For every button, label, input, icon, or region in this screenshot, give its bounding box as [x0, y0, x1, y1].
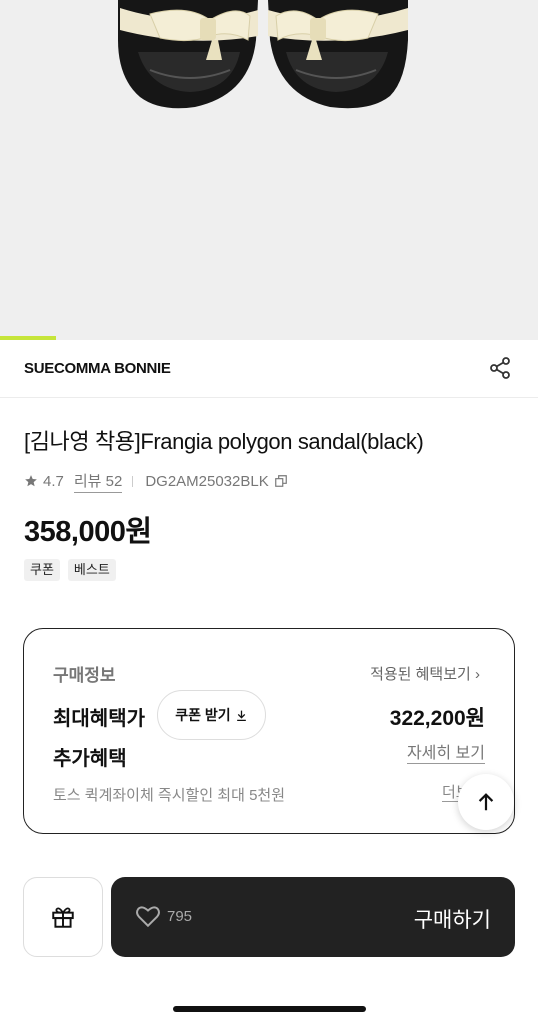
arrow-up-icon [478, 793, 494, 811]
view-details-link[interactable]: 자세히 보기 [406, 745, 485, 764]
product-code: DG2AM25032BLK [145, 472, 269, 490]
product-image-gallery[interactable] [0, 0, 538, 340]
download-icon [236, 710, 246, 721]
reviews-link[interactable]: 리뷰 52 [73, 470, 123, 493]
gift-button[interactable] [23, 877, 103, 957]
gift-icon [52, 907, 74, 928]
product-tags: 쿠폰 베스트 [24, 559, 116, 581]
copy-icon[interactable] [274, 474, 288, 488]
star-icon [25, 475, 37, 487]
applied-benefits-link[interactable]: 적용된 혜택보기 › [370, 663, 480, 684]
rating-value: 4.7 [43, 472, 64, 490]
scroll-to-top-button[interactable] [458, 774, 514, 830]
purchase-info-heading: 구매정보 [53, 666, 116, 685]
product-meta: 4.7 리뷰 52 DG2AM25032BLK [24, 470, 288, 493]
get-coupon-label: 쿠폰 받기 [175, 707, 231, 723]
like-count: 795 [167, 907, 193, 925]
product-image [118, 0, 408, 109]
heart-icon [136, 906, 160, 928]
extra-benefit-label: 추가혜택 [53, 748, 127, 770]
get-coupon-button[interactable]: 쿠폰 받기 [157, 690, 266, 740]
max-benefit-label: 최대혜택가 [53, 708, 145, 730]
toss-discount-text: 토스 퀵계좌이체 즉시할인 최대 5천원 [53, 787, 286, 804]
share-icon[interactable] [488, 356, 512, 380]
buy-bar: 795 구매하기 [111, 877, 515, 957]
like-button[interactable]: 795 [135, 904, 192, 928]
buy-button[interactable]: 구매하기 [414, 904, 491, 934]
brand-row: SUECOMMA BONNIE [0, 340, 538, 398]
product-price: 358,000원 [24, 516, 152, 548]
brand-name[interactable]: SUECOMMA BONNIE [24, 360, 171, 377]
home-indicator [173, 1006, 366, 1012]
max-benefit-price: 322,200원 [389, 707, 485, 730]
purchase-info-card: 구매정보 적용된 혜택보기 › 최대혜택가 쿠폰 받기 322,200원 추가혜… [23, 628, 515, 834]
tag-best: 베스트 [67, 559, 116, 581]
tag-coupon: 쿠폰 [24, 559, 60, 581]
meta-divider [132, 475, 134, 487]
product-title: [김나영 착용]Frangia polygon sandal(black) [24, 429, 424, 454]
